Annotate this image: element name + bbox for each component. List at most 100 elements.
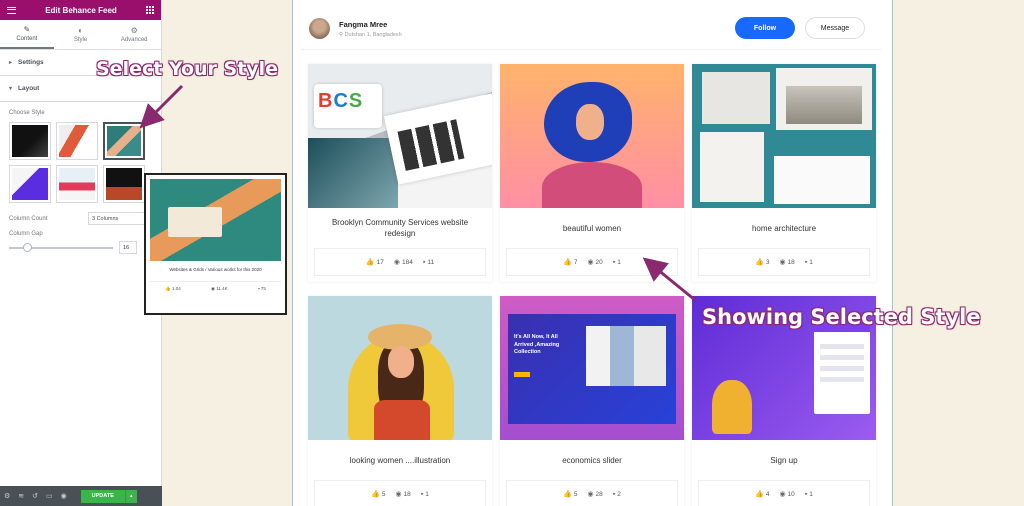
project-card[interactable]: beautiful women 👍 7 ◉ 20 ▪ 1: [500, 64, 684, 282]
project-card[interactable]: looking women ....illustration 👍 5 ◉ 18 ▪ 1: [308, 296, 492, 506]
project-image[interactable]: [500, 64, 684, 208]
profile-info: Fangma Mree ⚲ Dutshan 1, Bangladesh: [339, 20, 402, 38]
column-count-label: Column Count: [9, 215, 48, 222]
project-stats: 👍 17 ◉ 184 ▪ 11: [314, 248, 486, 276]
style-option-4[interactable]: [9, 165, 51, 203]
project-image[interactable]: [692, 64, 876, 208]
history-icon[interactable]: ↺: [32, 492, 38, 500]
comments-stat: ▪ 1: [804, 258, 813, 266]
settings-icon[interactable]: ⚙: [4, 492, 10, 500]
likes-stat: 👍 5: [563, 490, 578, 499]
preview-likes: 👍 1.04: [165, 286, 181, 291]
thumb-icon: 👍: [165, 286, 171, 291]
column-gap-label: Column Gap: [9, 231, 43, 237]
follow-button[interactable]: Follow: [735, 17, 795, 39]
comments-stat: ▪ 11: [422, 258, 435, 266]
column-gap-slider[interactable]: [9, 242, 113, 252]
gear-icon: ⚙: [130, 25, 138, 35]
caret-down-icon: ▾: [9, 86, 13, 92]
column-gap-row: Column Gap ⇔: [9, 231, 152, 237]
project-image[interactable]: BCS: [308, 64, 492, 208]
project-title[interactable]: Brooklyn Community Services website rede…: [308, 208, 492, 248]
layout-label: Layout: [18, 85, 40, 92]
likes-stat: 👍 3: [755, 258, 770, 267]
comments-stat: ▪ 1: [804, 490, 813, 498]
preview-stats: 👍 1.04 ◉ 11.4K ▪ 75: [150, 281, 281, 292]
project-card[interactable]: It's All Now, It All Arrived ,Amazing Co…: [500, 296, 684, 506]
comment-icon: ▪: [612, 258, 616, 266]
project-title[interactable]: Sign up: [692, 440, 876, 480]
project-card[interactable]: BCS Brooklyn Community Services website …: [308, 64, 492, 282]
eye-icon: ◉: [779, 491, 786, 498]
style-picker: [9, 122, 152, 203]
slider-handle[interactable]: [23, 242, 32, 252]
tab-style[interactable]: ◐ Style: [54, 20, 108, 49]
project-title[interactable]: beautiful women: [500, 208, 684, 248]
comment-icon: ▪: [420, 490, 424, 498]
style-option-6[interactable]: [103, 165, 145, 203]
eye-icon: ◉: [779, 259, 786, 266]
tab-content[interactable]: ✎ Content: [0, 20, 54, 49]
comments-stat: ▪ 1: [612, 258, 621, 266]
preview-eye-icon[interactable]: ◉: [61, 492, 67, 500]
preview-comments: ▪ 75: [257, 286, 266, 291]
profile-location: ⚲ Dutshan 1, Bangladesh: [339, 31, 402, 38]
column-gap-slider-row: 16: [9, 241, 152, 254]
thumb-up-icon: 👍: [563, 491, 572, 498]
comment-icon: ▪: [804, 490, 808, 498]
likes-stat: 👍 4: [755, 490, 770, 499]
annotation-select-style: Select Your Style: [96, 58, 279, 80]
thumb-up-icon: 👍: [365, 259, 375, 266]
views-stat: ◉ 184: [393, 258, 413, 267]
location-pin-icon: ⚲: [339, 31, 344, 38]
column-gap-input[interactable]: 16: [119, 241, 137, 254]
project-stats: 👍 4 ◉ 10 ▪ 1: [698, 480, 870, 506]
project-card[interactable]: home architecture 👍 3 ◉ 18 ▪ 1: [692, 64, 876, 282]
panel-tabs: ✎ Content ◐ Style ⚙ Advanced: [0, 20, 161, 50]
responsive-icon[interactable]: ▭: [46, 492, 53, 500]
style-option-3[interactable]: [103, 122, 145, 160]
caret-right-icon: ▸: [9, 60, 13, 66]
thumb-up-icon: 👍: [755, 491, 764, 498]
project-title[interactable]: looking women ....illustration: [308, 440, 492, 480]
message-button[interactable]: Message: [805, 17, 865, 39]
project-title[interactable]: home architecture: [692, 208, 876, 248]
tab-label: Content: [16, 35, 38, 42]
layers-icon[interactable]: ≋: [18, 492, 24, 500]
hamburger-icon[interactable]: [7, 6, 16, 14]
update-button[interactable]: UPDATE: [80, 489, 125, 503]
thumb-up-icon: 👍: [371, 491, 380, 498]
annotation-showing-style: Showing Selected Style: [702, 305, 981, 329]
column-count-select[interactable]: 3 Columns: [88, 212, 152, 225]
style-option-1[interactable]: [9, 122, 51, 160]
avatar[interactable]: [309, 18, 330, 39]
slide-text: It's All Now, It All Arrived ,Amazing Co…: [514, 334, 560, 355]
likes-stat: 👍 7: [563, 258, 578, 267]
tab-label: Style: [73, 36, 88, 43]
likes-stat: 👍 5: [371, 490, 386, 499]
thumb-up-icon: 👍: [563, 259, 572, 266]
update-options-caret-icon[interactable]: ▴: [124, 489, 137, 503]
pencil-icon: ✎: [23, 24, 31, 34]
preview-caption: Websites & Grids / Various works for thi…: [169, 267, 262, 272]
comment-icon: ▪: [257, 286, 260, 291]
bcs-logo: BCS: [314, 84, 382, 128]
comment-icon: ▪: [804, 258, 808, 266]
behance-feed-preview: Fangma Mree ⚲ Dutshan 1, Bangladesh Foll…: [292, 0, 893, 506]
style-option-2[interactable]: [56, 122, 98, 160]
style-option-5[interactable]: [56, 165, 98, 203]
project-image[interactable]: [308, 296, 492, 440]
eye-icon: ◉: [587, 491, 594, 498]
right-background: [894, 0, 1024, 506]
profile-name[interactable]: Fangma Mree: [339, 20, 402, 29]
views-stat: ◉ 20: [587, 258, 603, 267]
column-count-row: Column Count 3 Columns: [9, 212, 152, 225]
eye-icon: ◉: [587, 259, 594, 266]
profile-bar: Fangma Mree ⚲ Dutshan 1, Bangladesh Foll…: [301, 8, 881, 50]
apps-grid-icon[interactable]: [145, 6, 154, 14]
views-stat: ◉ 18: [779, 258, 795, 267]
tab-advanced[interactable]: ⚙ Advanced: [107, 20, 161, 49]
project-title[interactable]: economics slider: [500, 440, 684, 480]
comments-stat: ▪ 1: [420, 490, 429, 498]
project-image[interactable]: It's All Now, It All Arrived ,Amazing Co…: [500, 296, 684, 440]
